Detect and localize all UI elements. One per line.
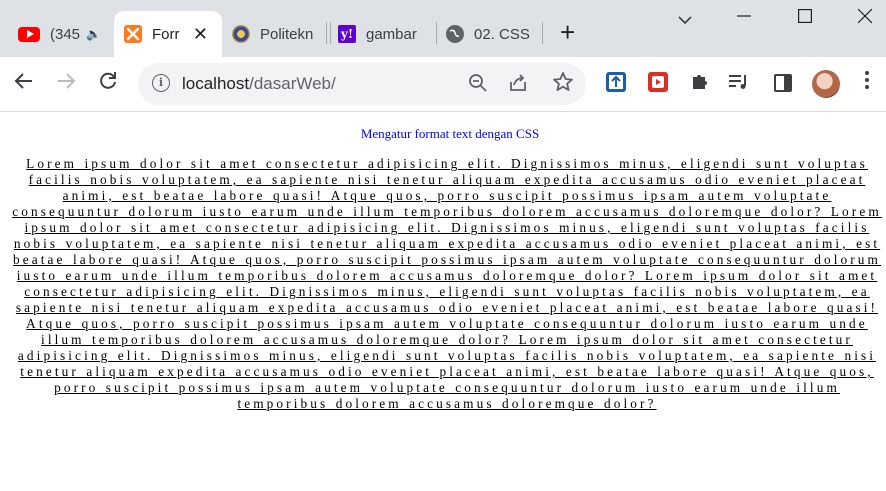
page-content: Mengatur format text dengan CSS Lorem ip…	[0, 112, 886, 491]
zoom-out-icon[interactable]	[468, 73, 488, 98]
lorem-paragraph: Lorem ipsum dolor sit amet consectetur a…	[12, 156, 882, 411]
extension-video-icon[interactable]	[648, 72, 668, 92]
tab-active[interactable]: Forr ✕	[114, 11, 222, 57]
new-tab-button[interactable]: +	[560, 19, 575, 45]
profile-avatar[interactable]	[812, 70, 840, 98]
tab-title: Forr	[152, 25, 180, 43]
tab-youtube[interactable]: (345 🔈	[8, 11, 110, 57]
media-queue-icon[interactable]	[728, 72, 750, 97]
minimize-button[interactable]	[737, 6, 751, 31]
xampp-icon	[124, 25, 142, 43]
close-tab-icon[interactable]: ✕	[193, 24, 208, 45]
speaker-icon[interactable]: 🔈	[86, 27, 101, 41]
tab-css[interactable]: 02. CSS	[436, 11, 540, 57]
youtube-icon	[18, 26, 40, 42]
menu-kebab-icon[interactable]	[864, 69, 870, 97]
side-panel-icon[interactable]	[774, 74, 792, 92]
tab-title: (345	[50, 25, 81, 43]
forward-arrow-icon[interactable]	[56, 71, 76, 97]
browser-toolbar: i localhost/dasarWeb/	[0, 57, 886, 112]
close-window-button[interactable]	[857, 6, 873, 31]
back-arrow-icon[interactable]	[14, 71, 34, 97]
tab-divider	[542, 22, 543, 44]
maximize-button[interactable]	[798, 6, 813, 31]
tab-strip: (345 🔈 Forr ✕ Politekn y! gambar 02. CSS…	[0, 0, 886, 57]
tab-title: Politekn	[260, 25, 314, 43]
tab-yahoo[interactable]: y! gambar	[330, 11, 434, 57]
site-info-icon[interactable]: i	[152, 74, 170, 92]
bookmark-star-icon[interactable]	[552, 71, 574, 99]
share-icon[interactable]	[508, 73, 528, 98]
reload-icon[interactable]	[98, 71, 118, 97]
globe-icon	[446, 25, 464, 43]
address-bar[interactable]: i localhost/dasarWeb/	[138, 63, 586, 105]
tab-politeknik[interactable]: Politekn	[224, 11, 328, 57]
url-host: localhost	[182, 74, 250, 93]
extensions-puzzle-icon[interactable]	[690, 71, 710, 97]
yahoo-icon: y!	[338, 25, 356, 43]
extension-upload-icon[interactable]	[606, 72, 626, 92]
tab-title: 02. CSS	[474, 25, 530, 43]
url-path: /dasarWeb/	[249, 74, 336, 93]
politeknik-logo-icon	[232, 25, 250, 43]
page-heading: Mengatur format text dengan CSS	[360, 126, 540, 141]
tab-search-icon[interactable]	[678, 12, 692, 28]
url-text[interactable]: localhost/dasarWeb/	[182, 74, 336, 94]
tab-title: gambar	[366, 25, 417, 43]
